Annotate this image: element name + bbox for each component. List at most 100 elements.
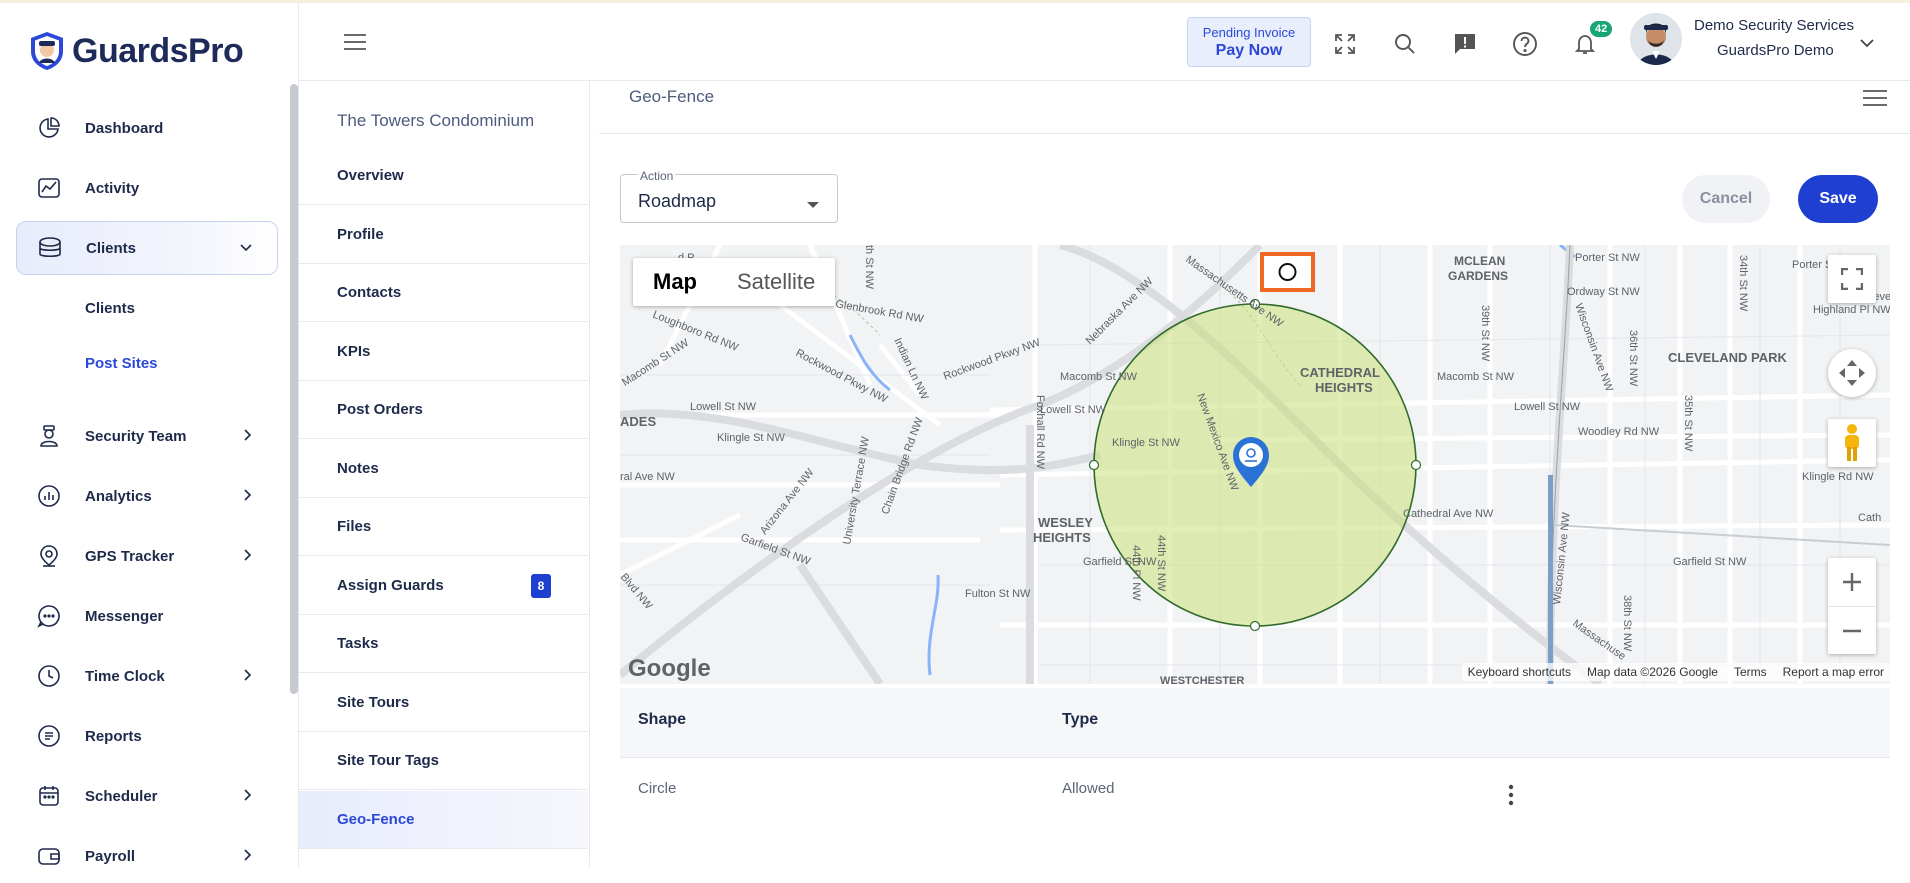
- chevron-right-icon: [240, 848, 254, 867]
- user-company: GuardsPro Demo: [1717, 42, 1834, 59]
- cancel-button[interactable]: Cancel: [1682, 175, 1770, 223]
- sidebar-item-security-team[interactable]: Security Team: [16, 409, 278, 463]
- circle-icon: [1278, 263, 1297, 281]
- notification-count-badge: 42: [1590, 21, 1613, 37]
- sidebar-item-label: GPS Tracker: [85, 547, 175, 565]
- hamburger-menu-icon[interactable]: [344, 33, 366, 56]
- map-label: MCLEAN: [1454, 254, 1505, 268]
- sidebar-item-gps-tracker[interactable]: GPS Tracker: [16, 529, 278, 583]
- map-type-toggle: Map Satellite: [633, 258, 836, 306]
- map-label: Cath: [1858, 512, 1881, 524]
- sidebar: GuardsPro Dashboard Activity Clients Cli…: [0, 3, 299, 867]
- site-menu-geo-fence[interactable]: Geo-Fence: [299, 791, 588, 849]
- zoom-in-button[interactable]: [1828, 558, 1876, 606]
- map-label: 35th St NW: [1682, 395, 1694, 452]
- site-menu-post-orders[interactable]: Post Orders: [299, 381, 588, 439]
- assign-guards-count-badge: 8: [531, 573, 551, 598]
- street-view-pegman-button[interactable]: [1828, 419, 1876, 467]
- submenu-scrollbar[interactable]: [290, 84, 298, 694]
- sidebar-item-payroll[interactable]: Payroll: [16, 829, 278, 883]
- map-label: WESTCHESTER: [1160, 675, 1244, 684]
- time-clock-icon: [34, 661, 64, 691]
- map-label: 34th St NW: [1737, 255, 1749, 312]
- keyboard-shortcuts-link[interactable]: Keyboard shortcuts: [1468, 665, 1571, 679]
- chevron-right-icon: [240, 428, 254, 447]
- map-label: Cathedral Ave NW: [1403, 508, 1494, 520]
- geo-fence-table-header: Shape Type: [620, 688, 1890, 758]
- pan-arrows-icon: [1839, 360, 1865, 386]
- action-select-value: Roadmap: [638, 191, 717, 211]
- feedback-icon[interactable]: [1450, 29, 1480, 59]
- map-type-satellite-button[interactable]: Satellite: [717, 258, 835, 306]
- sidebar-subitem-post-sites[interactable]: Post Sites: [85, 355, 158, 372]
- google-logo: Google: [628, 655, 711, 682]
- site-menu-assign-guards[interactable]: Assign Guards 8: [299, 557, 588, 615]
- fullscreen-icon[interactable]: [1330, 29, 1360, 59]
- map-zoom-control: [1828, 558, 1876, 654]
- analytics-icon: [34, 481, 64, 511]
- reports-icon: [34, 721, 64, 751]
- pegman-icon: [1845, 424, 1859, 461]
- map-label: 44th St NW: [1155, 535, 1167, 592]
- map-label: Macomb St NW: [1060, 371, 1138, 383]
- help-icon[interactable]: [1510, 29, 1540, 59]
- main-content: Geo-Fence Action Roadmap Cancel Save MCL…: [599, 81, 1910, 867]
- pending-invoice-button[interactable]: Pending Invoice Pay Now: [1187, 17, 1311, 67]
- site-menu-kpis[interactable]: KPIs: [299, 323, 588, 381]
- site-menu-profile[interactable]: Profile: [299, 206, 588, 264]
- map-type-map-button[interactable]: Map: [633, 258, 717, 306]
- menu-icon[interactable]: [1863, 89, 1887, 112]
- map-label: HEIGHTS: [1033, 530, 1091, 545]
- brand-logo[interactable]: GuardsPro: [28, 31, 244, 71]
- dashboard-icon: [34, 113, 64, 143]
- site-menu-files[interactable]: Files: [299, 498, 588, 556]
- site-menu-tasks[interactable]: Tasks: [299, 615, 588, 673]
- map-label: ADES: [620, 414, 656, 429]
- chevron-right-icon: [240, 668, 254, 687]
- sidebar-item-time-clock[interactable]: Time Clock: [16, 649, 278, 703]
- save-button[interactable]: Save: [1798, 175, 1878, 223]
- plus-icon: [1843, 573, 1861, 591]
- map-label: Lowell St NW: [1514, 401, 1581, 413]
- scheduler-icon: [34, 781, 64, 811]
- row-more-options-icon[interactable]: [1508, 784, 1514, 811]
- main-header: Geo-Fence: [599, 81, 1910, 134]
- site-menu-site-tours[interactable]: Site Tours: [299, 674, 588, 732]
- sidebar-item-scheduler[interactable]: Scheduler: [16, 769, 278, 823]
- map-label: Garfield St NW: [1083, 556, 1157, 568]
- site-menu-overview[interactable]: Overview: [299, 147, 588, 205]
- zoom-out-button[interactable]: [1828, 606, 1876, 654]
- terms-link[interactable]: Terms: [1734, 665, 1767, 679]
- map-label: Klingle St NW: [1112, 437, 1180, 449]
- sidebar-item-dashboard[interactable]: Dashboard: [16, 101, 278, 155]
- map-label: Woodley Rd NW: [1578, 426, 1660, 438]
- map-fullscreen-button[interactable]: [1828, 255, 1876, 303]
- guard-logo-icon: [31, 32, 63, 70]
- action-select-label: Action: [638, 169, 676, 183]
- user-avatar[interactable]: [1630, 13, 1682, 65]
- sidebar-item-clients[interactable]: Clients: [16, 221, 278, 275]
- sidebar-item-reports[interactable]: Reports: [16, 709, 278, 763]
- map-label: Klingle St NW: [717, 432, 785, 444]
- cell-type: Allowed: [1062, 780, 1115, 797]
- sidebar-item-label: Time Clock: [85, 667, 165, 685]
- column-header-shape: Shape: [638, 711, 687, 728]
- site-menu-site-tour-tags[interactable]: Site Tour Tags: [299, 732, 588, 790]
- report-map-error-link[interactable]: Report a map error: [1783, 665, 1884, 679]
- chevron-down-icon[interactable]: [1859, 35, 1875, 56]
- sidebar-item-activity[interactable]: Activity: [16, 161, 278, 215]
- brand-name: GuardsPro: [72, 31, 244, 70]
- caret-down-icon: [806, 196, 820, 214]
- search-icon[interactable]: [1390, 29, 1420, 59]
- draw-circle-tool-button[interactable]: [1260, 252, 1315, 292]
- sidebar-item-analytics[interactable]: Analytics: [16, 469, 278, 523]
- map-label: CLEVELAND PARK: [1668, 350, 1788, 365]
- sidebar-item-messenger[interactable]: Messenger: [16, 589, 278, 643]
- geo-fence-map[interactable]: MCLEAN GARDENS CLEVELAND PARK CATHEDRAL …: [620, 245, 1890, 684]
- map-label: Garfield St NW: [1673, 556, 1747, 568]
- site-menu-notes[interactable]: Notes: [299, 440, 588, 498]
- map-camera-control-button[interactable]: [1828, 349, 1876, 397]
- sidebar-subitem-clients[interactable]: Clients: [85, 300, 135, 317]
- site-menu-contacts[interactable]: Contacts: [299, 264, 588, 322]
- table-row[interactable]: Circle Allowed: [620, 758, 1890, 828]
